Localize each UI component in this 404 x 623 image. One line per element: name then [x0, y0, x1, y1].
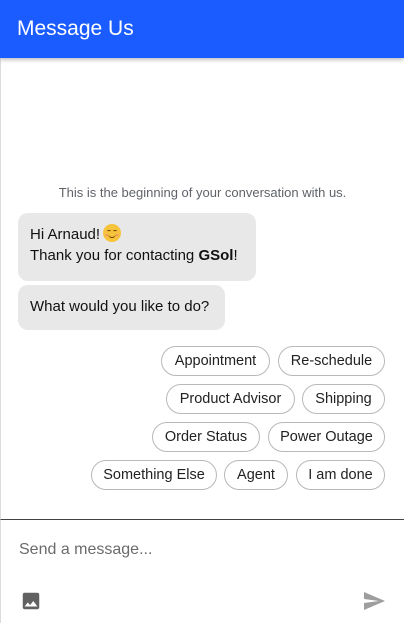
greeting-text: Hi Arnaud!	[30, 226, 101, 243]
conversation-area[interactable]: This is the beginning of your conversati…	[0, 58, 404, 519]
conversation-beginning-notice: This is the beginning of your conversati…	[58, 185, 347, 200]
quick-reply-appointment[interactable]: Appointment	[161, 346, 270, 376]
smiling-face-emoji-icon	[103, 224, 122, 242]
greeting-line: Hi Arnaud!	[30, 224, 244, 245]
quick-reply-something-else[interactable]: Something Else	[91, 460, 217, 490]
thanks-text: Thank you for contacting	[30, 247, 199, 264]
message-composer	[0, 519, 404, 623]
bot-message-greeting: Hi Arnaud! Thank you for contacting GSol…	[18, 213, 256, 281]
quick-reply-agent[interactable]: Agent	[224, 460, 288, 490]
quick-reply-product-advisor[interactable]: Product Advisor	[166, 384, 295, 414]
quick-reply-power-outage[interactable]: Power Outage	[268, 422, 385, 452]
chat-header: Message Us	[0, 0, 404, 58]
message-input[interactable]	[19, 538, 379, 562]
company-name: GSol	[198, 247, 234, 264]
thanks-suffix: !	[233, 247, 238, 264]
header-title: Message Us	[17, 17, 134, 40]
quick-reply-order-status[interactable]: Order Status	[152, 422, 260, 452]
bot-message-question: What would you like to do?	[18, 285, 225, 330]
quick-reply-i-am-done[interactable]: I am done	[296, 460, 385, 490]
thanks-line: Thank you for contacting GSol!	[30, 245, 244, 266]
quick-reply-reschedule[interactable]: Re-schedule	[278, 346, 385, 376]
quick-reply-shipping[interactable]: Shipping	[302, 384, 385, 414]
image-icon[interactable]	[20, 590, 42, 612]
send-icon[interactable]	[361, 589, 387, 613]
